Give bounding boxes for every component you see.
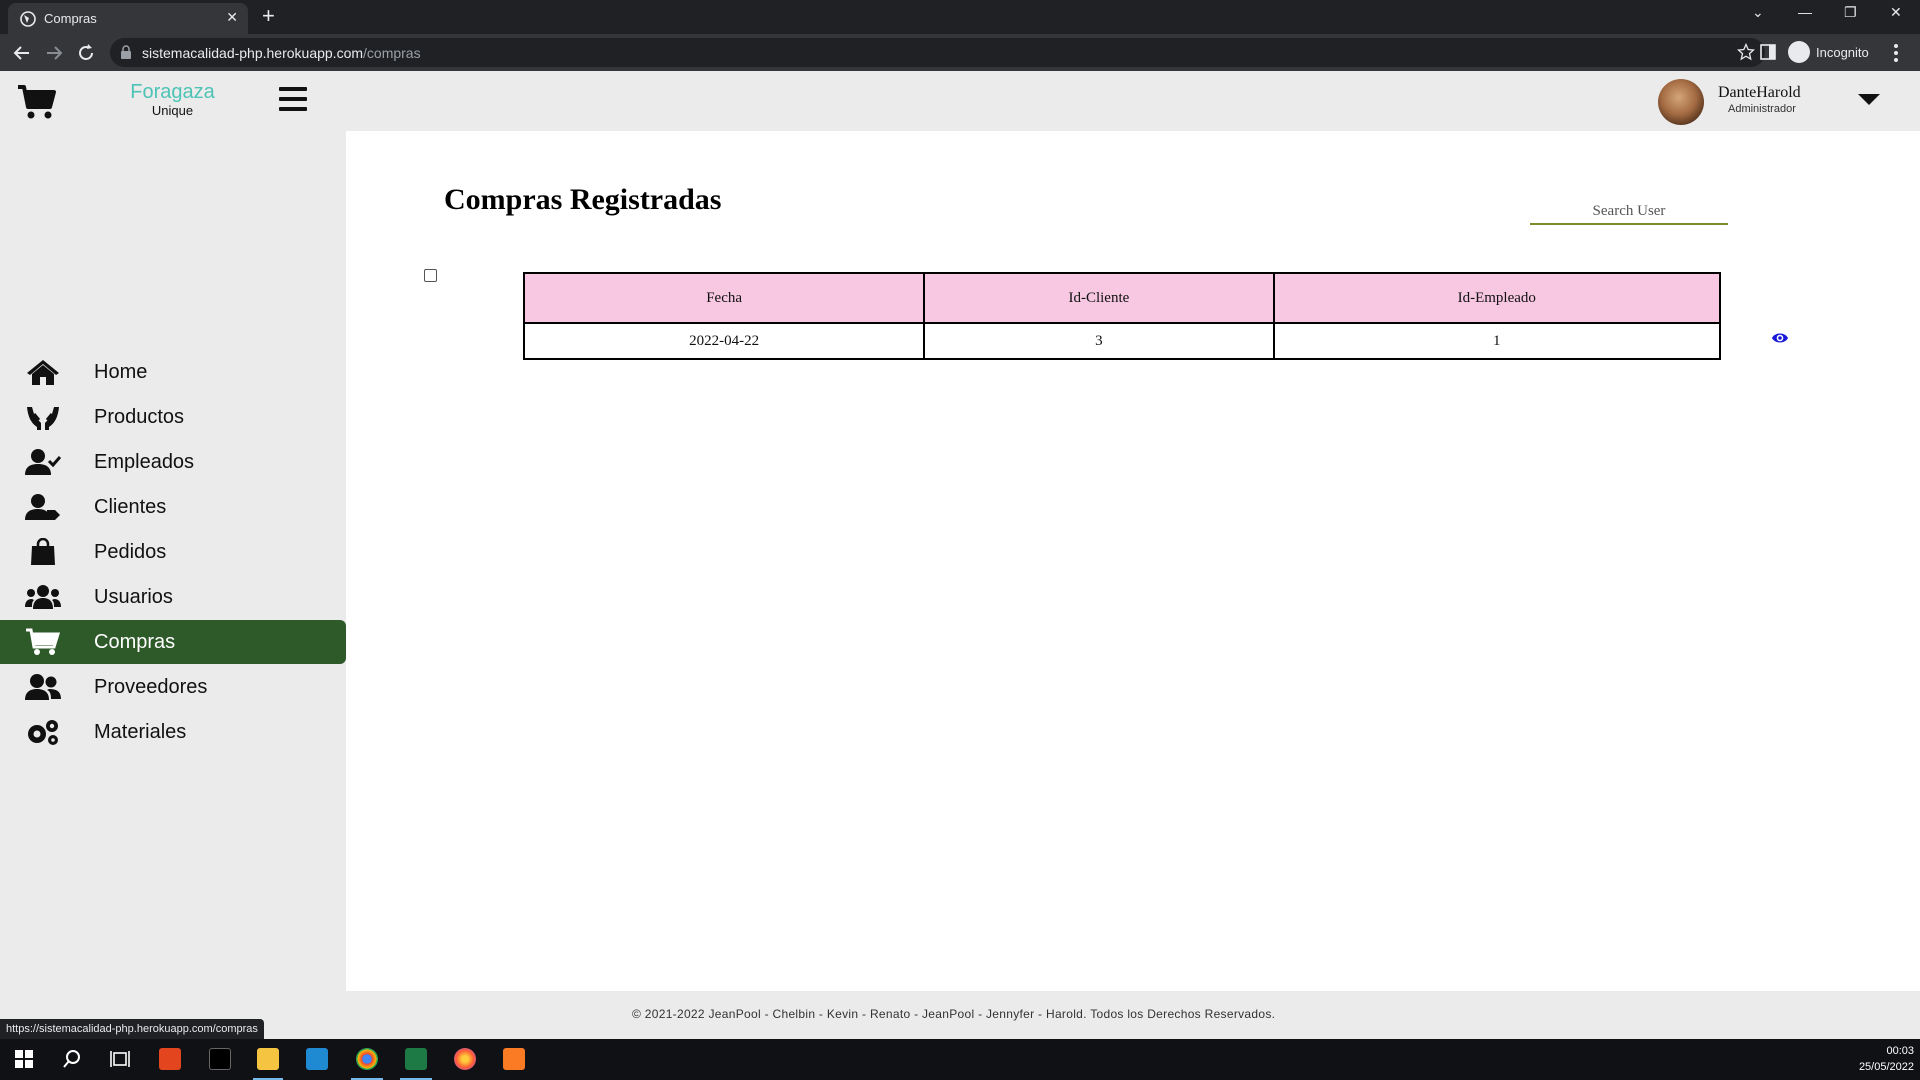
brand-subtitle: Unique — [151, 103, 194, 118]
users-icon — [25, 585, 61, 609]
back-arrow-icon[interactable] — [9, 40, 35, 66]
user-menu[interactable]: DanteHarold Administrador — [1658, 79, 1908, 125]
windows-start-icon[interactable] — [13, 1048, 35, 1070]
chrome-icon[interactable] — [356, 1048, 378, 1070]
forward-arrow-icon[interactable] — [41, 40, 67, 66]
incognito-icon — [1788, 41, 1810, 63]
column-header-id-cliente[interactable]: Id-Cliente — [923, 272, 1275, 324]
sidebar-item-pedidos[interactable]: Pedidos — [0, 530, 346, 574]
footer: © 2021-2022 JeanPool - Chelbin - Kevin -… — [0, 991, 1920, 1039]
copyright-text: © 2021-2022 JeanPool - Chelbin - Kevin -… — [632, 1007, 1276, 1021]
cell-id-cliente: 3 — [923, 322, 1275, 360]
table-header-row: Fecha Id-Cliente Id-Empleado — [522, 272, 1722, 324]
globe-icon — [20, 11, 36, 27]
restore-icon[interactable]: ❐ — [1844, 4, 1857, 21]
xampp-icon[interactable] — [503, 1048, 525, 1070]
file-explorer-icon[interactable] — [257, 1048, 279, 1070]
sidebar-item-usuarios[interactable]: Usuarios — [0, 575, 346, 619]
incognito-label: Incognito — [1816, 44, 1869, 60]
column-header-fecha[interactable]: Fecha — [522, 272, 926, 324]
office-icon[interactable] — [159, 1048, 181, 1070]
view-eye-icon[interactable] — [1771, 331, 1789, 345]
sidebar-item-label: Home — [94, 361, 148, 383]
purchases-table: Fecha Id-Cliente Id-Empleado 2022-04-22 … — [522, 272, 1722, 360]
clock-time: 00:03 — [1886, 1045, 1914, 1057]
dropdown-caret-icon[interactable] — [1858, 94, 1880, 105]
browser-toolbar: sistemacalidad-php.herokuapp.com/compras… — [0, 34, 1920, 71]
close-tab-icon[interactable]: ✕ — [226, 9, 238, 26]
sidebar-item-home[interactable]: Home — [0, 350, 346, 394]
sidebar-item-empleados[interactable]: Empleados — [0, 440, 346, 484]
brand-name: Foragaza — [130, 81, 215, 103]
search-icon[interactable] — [61, 1048, 83, 1070]
app-header: Foragaza Unique DanteHarold Administrado… — [0, 71, 1920, 131]
brand-logo[interactable]: Foragaza Unique — [120, 81, 225, 118]
sidebar-item-proveedores[interactable]: Proveedores — [0, 665, 346, 709]
page-title: Compras Registradas — [444, 183, 722, 216]
avatar[interactable] — [1658, 79, 1704, 125]
home-icon — [27, 360, 59, 385]
tab-title: Compras — [44, 11, 97, 26]
url-host: sistemacalidad-php.herokuapp.com — [142, 45, 364, 61]
user-role: Administrador — [1728, 103, 1796, 115]
search-input[interactable] — [1530, 199, 1728, 225]
bookmark-star-icon[interactable] — [1737, 43, 1755, 61]
status-bar-url: https://sistemacalidad-php.herokuapp.com… — [0, 1019, 264, 1039]
cogs-icon — [28, 720, 58, 745]
hamburger-menu-icon[interactable] — [279, 87, 307, 113]
user-friends-icon — [25, 674, 61, 700]
excel-icon[interactable] — [405, 1048, 427, 1070]
sidebar-item-label: Usuarios — [94, 586, 173, 608]
address-bar[interactable]: sistemacalidad-php.herokuapp.com/compras — [110, 38, 1765, 67]
browser-tab[interactable]: Compras ✕ — [8, 3, 248, 34]
sidebar-item-label: Compras — [94, 631, 176, 653]
url-text: sistemacalidad-php.herokuapp.com/compras — [142, 45, 421, 61]
incognito-badge[interactable]: Incognito — [1788, 40, 1869, 64]
main-content: Compras Registradas Fecha Id-Cliente Id-… — [346, 131, 1920, 991]
user-check-icon — [25, 449, 61, 475]
table-row[interactable]: 2022-04-22 3 1 — [522, 322, 1722, 360]
browser-menu-icon[interactable] — [1892, 42, 1900, 64]
sidebar-item-label: Empleados — [94, 451, 195, 473]
firefox-icon[interactable] — [454, 1048, 476, 1070]
sidebar-item-label: Proveedores — [94, 676, 208, 698]
sidebar-item-label: Materiales — [94, 721, 187, 743]
user-name: DanteHarold — [1718, 84, 1801, 101]
sidebar: Home Productos Empleados Clientes Pedido… — [0, 131, 346, 991]
column-header-id-empleado[interactable]: Id-Empleado — [1272, 272, 1722, 324]
hands-holding-icon — [27, 407, 59, 430]
sidebar-item-compras[interactable]: Compras — [0, 620, 346, 664]
web-page: Foragaza Unique DanteHarold Administrado… — [0, 71, 1920, 1039]
close-window-icon[interactable]: ✕ — [1890, 4, 1902, 21]
select-all-checkbox[interactable] — [424, 269, 437, 282]
clock-date: 25/05/2022 — [1858, 1061, 1914, 1073]
sidebar-item-label: Pedidos — [94, 541, 167, 563]
sidebar-item-clientes[interactable]: Clientes — [0, 485, 346, 529]
terminal-icon[interactable] — [209, 1048, 231, 1070]
shopping-cart-icon — [26, 628, 61, 655]
sidebar-item-label: Productos — [94, 406, 185, 428]
shopping-bag-icon — [31, 538, 55, 565]
sidebar-item-productos[interactable]: Productos — [0, 395, 346, 439]
url-path: /compras — [363, 45, 421, 61]
side-panel-icon[interactable] — [1760, 44, 1776, 60]
windows-taskbar: 00:03 25/05/2022 — [0, 1039, 1920, 1080]
cell-id-empleado: 1 — [1272, 322, 1722, 360]
task-view-icon[interactable] — [109, 1048, 131, 1070]
minimize-icon[interactable]: — — [1798, 4, 1812, 20]
system-clock[interactable]: 00:03 25/05/2022 — [1859, 1043, 1914, 1075]
shopping-cart-logo-icon[interactable] — [17, 84, 57, 120]
reload-icon[interactable] — [73, 40, 99, 66]
new-tab-icon[interactable]: + — [262, 3, 275, 29]
lock-icon — [121, 45, 131, 59]
user-tag-icon — [25, 494, 60, 520]
vscode-icon[interactable] — [306, 1048, 328, 1070]
sidebar-item-label: Clientes — [94, 496, 167, 518]
tab-search-chevron-icon[interactable]: ⌄ — [1752, 4, 1764, 21]
cell-fecha: 2022-04-22 — [522, 322, 926, 360]
browser-tabstrip: Compras ✕ + ⌄ — ❐ ✕ — [0, 0, 1920, 34]
sidebar-item-materiales[interactable]: Materiales — [0, 710, 346, 754]
